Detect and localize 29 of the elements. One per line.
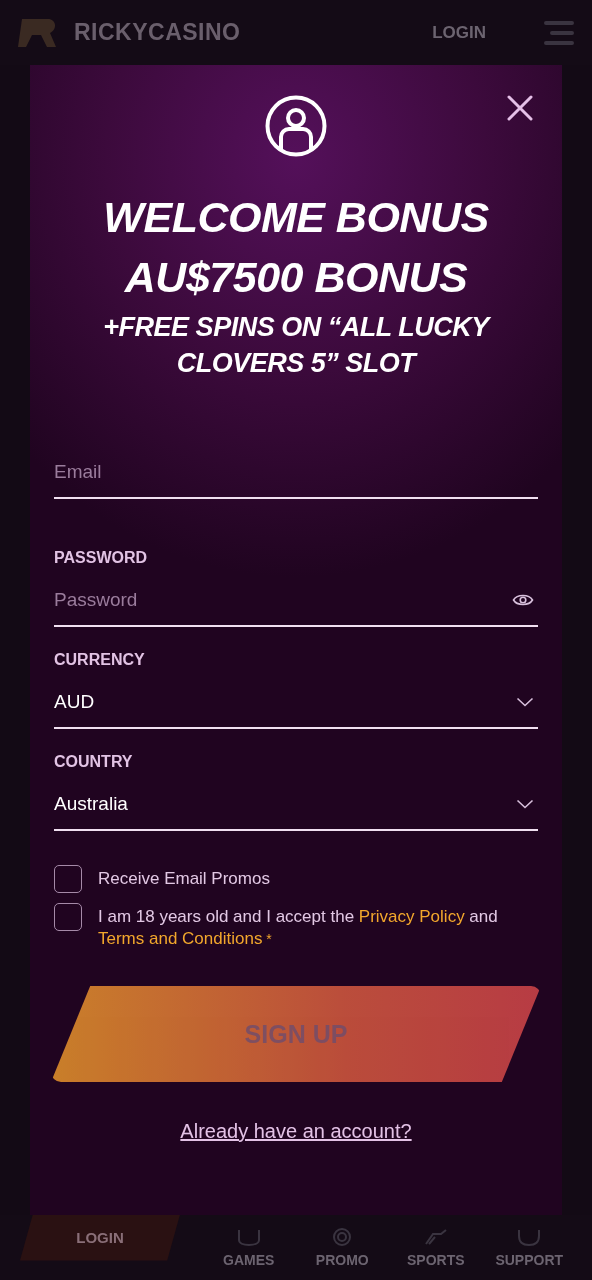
link[interactable]: Privacy Policy — [358, 907, 465, 926]
checkbox-label: I am 18 years old and I accept the Privacy Policy and Terms and Conditions * — [98, 906, 499, 950]
login-button[interactable]: LOGIN — [432, 18, 486, 47]
field-label: PASSWORD — [54, 549, 149, 567]
field-label: COUNTRY — [54, 753, 134, 771]
subheadline: +FREE SPINS ON “ALL LUCKY CLOVERS 5” SLOT — [102, 311, 492, 380]
nav-item[interactable]: SUPPORT — [482, 1227, 576, 1268]
headline: AU$7500 BONUS — [124, 252, 468, 303]
select-field[interactable]: AUD — [54, 677, 538, 729]
checkbox[interactable] — [54, 865, 82, 893]
checkbox-label: Receive Email Promos — [98, 868, 270, 890]
chevron-down-icon[interactable] — [516, 799, 534, 809]
checkbox[interactable] — [54, 903, 82, 931]
user-icon — [265, 95, 327, 157]
close-icon[interactable] — [507, 95, 533, 121]
select-field[interactable]: Australia — [54, 779, 538, 831]
link[interactable]: Terms and Conditions — [98, 929, 263, 948]
headline: WELCOME BONUS — [103, 192, 489, 243]
nav-item[interactable]: SPORTS — [389, 1227, 483, 1268]
login-link[interactable]: Already have an account? — [180, 1120, 412, 1143]
logo-text: RICKYCASINO — [74, 19, 241, 46]
input-field[interactable]: Email — [54, 447, 538, 499]
input-field[interactable]: Password — [54, 575, 538, 627]
nav-item[interactable]: PROMO — [295, 1227, 389, 1268]
login-button[interactable]: LOGIN — [20, 1214, 180, 1261]
nav-item[interactable]: GAMES — [202, 1227, 296, 1268]
chevron-down-icon[interactable] — [516, 697, 534, 707]
eye-icon[interactable] — [512, 592, 534, 608]
field-label: CURRENCY — [54, 651, 146, 669]
